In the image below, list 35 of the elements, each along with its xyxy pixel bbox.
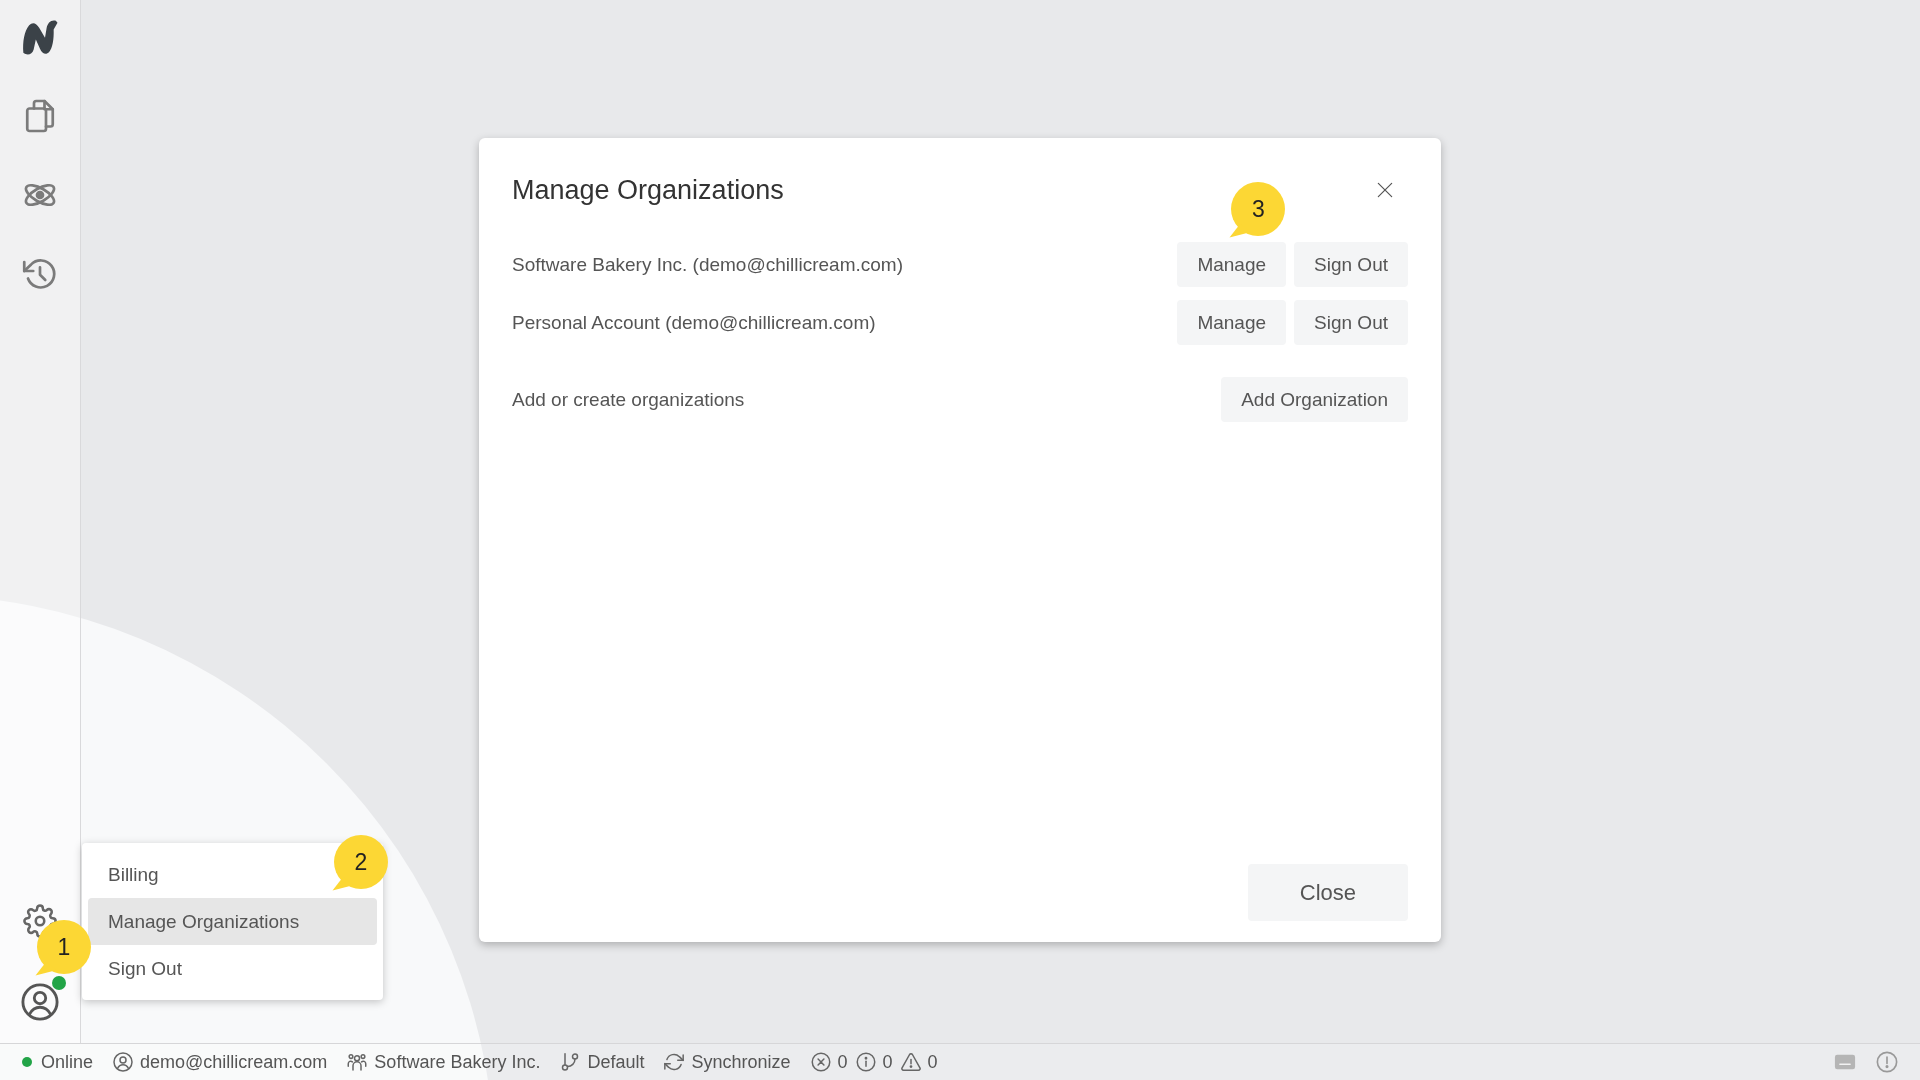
connection-status: Online <box>41 1051 94 1073</box>
user-icon <box>113 1052 134 1072</box>
user-icon[interactable] <box>21 983 59 1021</box>
manage-button[interactable]: Manage <box>1177 300 1287 345</box>
menu-item[interactable]: Sign Out <box>108 945 186 992</box>
branch-button[interactable]: Default <box>560 1051 645 1073</box>
menu-item[interactable]: Billing <box>108 851 163 898</box>
people-icon <box>347 1052 368 1072</box>
settings-icon[interactable] <box>23 904 57 938</box>
errors-button[interactable]: 0 <box>810 1051 848 1073</box>
add-organization-button[interactable]: Add Organization <box>1221 377 1408 422</box>
menu-item[interactable]: Manage Organizations <box>88 898 377 945</box>
account-button[interactable]: demo@chillicream.com <box>113 1051 328 1073</box>
step-marker: 1 <box>35 920 91 976</box>
organization-name: Personal Account (demo@chillicream.com) <box>512 311 876 334</box>
warning-icon <box>900 1052 921 1072</box>
organization-button[interactable]: Software Bakery Inc. <box>347 1051 541 1073</box>
sign-out-button[interactable]: Sign Out <box>1294 300 1408 345</box>
add-organizations-label: Add or create organizations <box>512 388 745 411</box>
close-button[interactable]: Close <box>1247 864 1408 921</box>
error-icon <box>810 1052 831 1072</box>
step-marker: 3 <box>1229 182 1286 238</box>
organization-name: Software Bakery Inc. (demo@chillicream.com) <box>512 253 903 276</box>
info-icon <box>855 1052 876 1072</box>
sync-icon <box>664 1052 685 1072</box>
warnings-button[interactable]: 0 <box>900 1051 938 1073</box>
branch-icon <box>560 1052 581 1072</box>
step-marker: 2 <box>332 835 388 891</box>
info-button[interactable]: 0 <box>855 1051 893 1073</box>
sign-out-button[interactable]: Sign Out <box>1294 242 1408 287</box>
manage-button[interactable]: Manage <box>1177 242 1287 287</box>
close-icon[interactable] <box>1377 182 1393 198</box>
synchronize-button[interactable]: Synchronize <box>664 1051 791 1073</box>
dialog-title: Manage Organizations <box>512 174 784 206</box>
exclamation-icon[interactable] <box>1876 1051 1898 1073</box>
